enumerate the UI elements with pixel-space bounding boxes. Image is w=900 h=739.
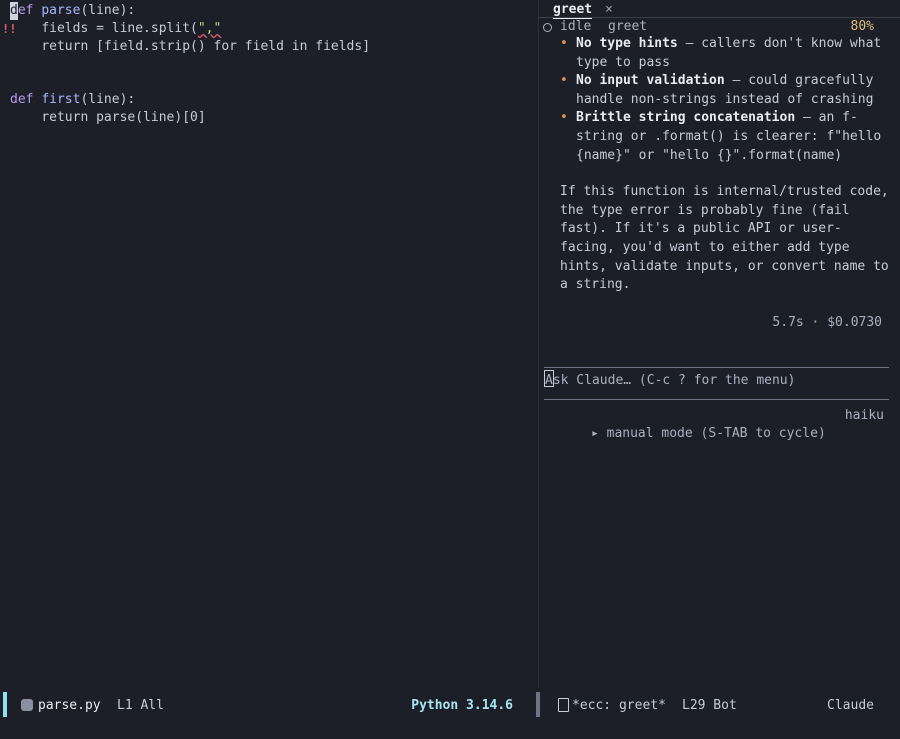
editor-pane[interactable]: !! def parse(line): fields = line.split(… (0, 0, 538, 688)
assistant-message: • No type hints — callers don't know what… (560, 35, 890, 295)
code-text: return [field.strip() for field in field… (41, 39, 371, 54)
list-item: • No input validation — could gracefully … (560, 72, 890, 109)
code-line-3[interactable]: return [field.strip() for field in field… (10, 38, 370, 56)
bullet-icon: • (560, 36, 568, 51)
active-window-indicator (3, 692, 7, 717)
keyword: ef (17, 3, 34, 18)
buffer-filename[interactable]: parse.py (38, 698, 101, 713)
window-indicator (536, 692, 540, 717)
buffer-name[interactable]: *ecc: greet* (572, 698, 666, 713)
message-paragraph: If this function is internal/trusted cod… (560, 184, 889, 293)
claude-pane[interactable]: greet × idle greet 80% • No type hints — … (539, 0, 900, 688)
mode-text: ▸ manual mode (S-TAB to cycle) (590, 426, 826, 441)
list-item: • No type hints — callers don't know what… (560, 35, 890, 72)
context-percent: 80% (850, 19, 874, 34)
bullet-title: No input validation (576, 73, 725, 89)
cursor-position: L1 All (117, 698, 164, 713)
bullet-icon: • (560, 73, 568, 89)
major-mode[interactable]: Python 3.14.6 (411, 698, 513, 713)
response-meta: 5.7s · $0.0730 (772, 315, 882, 330)
function-name: first (41, 92, 81, 107)
code-text: fields = line.split( (41, 21, 198, 36)
code-line-2[interactable]: fields = line.split("," (10, 20, 221, 38)
document-icon (558, 698, 569, 712)
keyword: def (10, 92, 34, 107)
bullet-title: No type hints (576, 36, 678, 51)
modeline-left: parse.py L1 All Python 3.14.6 (0, 688, 528, 725)
bullet-icon: • (560, 110, 568, 126)
list-item: • Brittle string concatenation — an f-str… (560, 109, 890, 165)
code-line-6[interactable]: def first(line): (10, 91, 135, 109)
permission-mode[interactable]: ▸ manual mode (S-TAB to cycle) haiku (544, 407, 884, 479)
echo-area (0, 725, 900, 739)
function-name: parse (41, 3, 81, 18)
prompt-input[interactable]: Ask Claude… (C-c ? for the menu) (544, 370, 795, 390)
python-file-icon (21, 699, 33, 711)
code-text: (line): (80, 92, 136, 107)
bullet-title: Brittle string concatenation (576, 110, 796, 126)
status-text: idle (560, 19, 592, 34)
model-name[interactable]: haiku (845, 407, 884, 425)
app-window: !! def parse(line): fields = line.split(… (0, 0, 900, 739)
cursor-position: L29 Bot (682, 698, 737, 713)
code-text: return parse(line)[0] (41, 110, 206, 125)
close-icon[interactable]: × (605, 2, 613, 18)
session-status: idle greet 80% (539, 18, 900, 36)
major-mode[interactable]: Claude (827, 698, 874, 713)
prompt-top-rule (544, 367, 889, 368)
session-name: greet (608, 19, 648, 34)
cursor: d (10, 2, 18, 20)
code-line-7[interactable]: return parse(line)[0] (10, 109, 206, 127)
string-literal: "," (197, 21, 222, 36)
prompt-placeholder: Ask Claude… (C-c ? for the menu) (545, 373, 796, 388)
tab-bar: greet × (539, 0, 900, 19)
idle-circle-icon (543, 23, 552, 32)
code-line-1[interactable]: def parse(line): (10, 2, 135, 20)
modeline-right: *ecc: greet* L29 Bot Claude (528, 688, 900, 725)
code-text: (line): (80, 3, 136, 18)
prompt-bottom-rule (544, 399, 889, 400)
